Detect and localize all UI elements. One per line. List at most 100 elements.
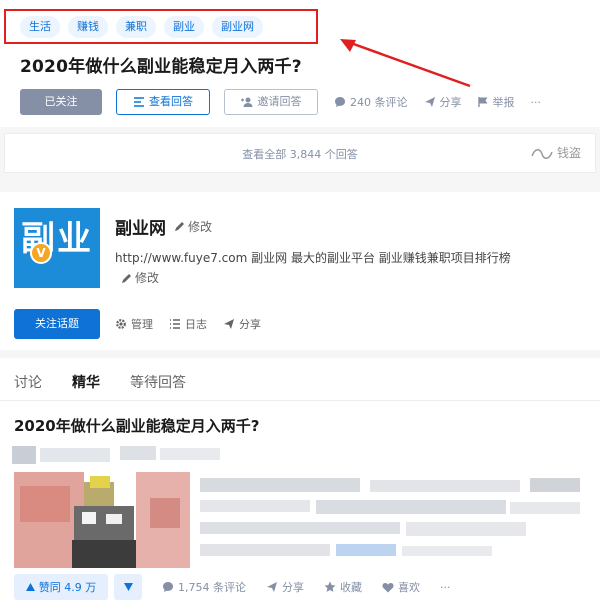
topic-description-text: http://www.fuye7.com 副业网 最大的副业平台 副业赚钱兼职项… bbox=[115, 251, 511, 265]
upvote-button[interactable]: 赞同 4.9 万 bbox=[14, 574, 108, 600]
watermark-logo-icon bbox=[531, 148, 553, 159]
log-button[interactable]: 日志 bbox=[169, 316, 207, 332]
star-icon bbox=[324, 581, 336, 592]
triangle-down-icon bbox=[123, 583, 133, 591]
heart-icon bbox=[382, 582, 394, 592]
answer-more-button[interactable]: ··· bbox=[440, 581, 451, 594]
answer-action-bar: 赞同 4.9 万 1,754 条评论 分享 收藏 喜欢 ··· bbox=[14, 574, 451, 600]
like-button[interactable]: 喜欢 bbox=[382, 579, 420, 595]
page: 生活 赚钱 兼职 副业 副业网 2020年做什么副业能稳定月入两千? 已关注 查… bbox=[0, 0, 600, 608]
answer-comments-button[interactable]: 1,754 条评论 bbox=[162, 579, 246, 595]
share-icon bbox=[224, 319, 234, 329]
invite-answer-button[interactable]: 邀请回答 bbox=[224, 89, 318, 115]
follow-topic-button[interactable]: 关注话题 bbox=[14, 309, 100, 339]
comment-icon bbox=[163, 582, 173, 592]
collect-button[interactable]: 收藏 bbox=[324, 579, 362, 595]
answer-share-button[interactable]: 分享 bbox=[266, 579, 304, 595]
blurred-text-line bbox=[200, 544, 330, 556]
description-edit-label: 修改 bbox=[135, 271, 160, 285]
question-tags: 生活 赚钱 兼职 副业 副业网 bbox=[20, 16, 263, 38]
report-button[interactable]: 举报 bbox=[477, 94, 515, 110]
followed-button-label: 已关注 bbox=[44, 95, 78, 108]
flag-icon bbox=[477, 97, 487, 107]
like-label: 喜欢 bbox=[398, 581, 420, 594]
topic-name-row: 副业网 修改 bbox=[115, 214, 212, 239]
blurred-text-line bbox=[370, 480, 520, 492]
verified-badge: V bbox=[30, 242, 52, 264]
topic-description: http://www.fuye7.com 副业网 最大的副业平台 副业赚钱兼职项… bbox=[115, 248, 555, 290]
tag-side-job-site[interactable]: 副业网 bbox=[212, 16, 263, 38]
view-all-answers-label: 查看全部 3,844 个回答 bbox=[242, 148, 358, 161]
blurred-block bbox=[40, 448, 110, 462]
share-button[interactable]: 分享 bbox=[424, 94, 462, 110]
answer-question-title[interactable]: 2020年做什么副业能稳定月入两千? bbox=[14, 415, 259, 436]
annotation-arrow-icon bbox=[340, 39, 471, 88]
topic-card: 副业 V 副业网 修改 http://www.fuye7.com 副业网 最大的… bbox=[0, 192, 600, 350]
answer-more-label: ··· bbox=[440, 580, 451, 594]
answer-comments-label: 1,754 条评论 bbox=[178, 581, 246, 594]
blurred-text-line bbox=[316, 500, 506, 514]
tag-part-time[interactable]: 兼职 bbox=[116, 16, 156, 38]
list-icon bbox=[134, 97, 144, 107]
share-icon bbox=[267, 582, 277, 592]
blurred-answer-content bbox=[10, 442, 590, 574]
tag-earn-money[interactable]: 赚钱 bbox=[68, 16, 108, 38]
triangle-up-icon bbox=[25, 583, 35, 591]
watermark-text: 钱盗 bbox=[556, 146, 581, 160]
blurred-block bbox=[106, 514, 122, 524]
tabs-divider bbox=[0, 400, 600, 401]
topic-feed: 讨论 精华 等待回答 2020年做什么副业能稳定月入两千? 赞同 4.9 万 1… bbox=[0, 358, 600, 608]
blurred-text-line bbox=[200, 478, 360, 492]
tag-side-job[interactable]: 副业 bbox=[164, 16, 204, 38]
topic-tabs: 讨论 精华 等待回答 bbox=[14, 372, 186, 392]
topic-name-edit-label: 修改 bbox=[188, 220, 213, 234]
manage-label: 管理 bbox=[131, 318, 153, 331]
blurred-block bbox=[82, 512, 96, 524]
collect-label: 收藏 bbox=[340, 581, 362, 594]
description-edit-link[interactable]: 修改 bbox=[121, 268, 159, 288]
log-label: 日志 bbox=[185, 318, 207, 331]
invite-answer-label: 邀请回答 bbox=[257, 95, 302, 108]
comments-button[interactable]: 240 条评论 bbox=[334, 94, 408, 110]
blurred-text-line bbox=[530, 478, 580, 492]
blurred-block bbox=[160, 448, 220, 460]
blurred-block bbox=[72, 540, 136, 568]
view-answers-button[interactable]: 查看回答 bbox=[116, 89, 210, 115]
pencil-icon bbox=[175, 222, 184, 231]
manage-button[interactable]: 管理 bbox=[115, 316, 153, 332]
comment-icon bbox=[335, 97, 345, 107]
question-actions: 已关注 查看回答 邀请回答 240 条评论 分享 举报 ··· bbox=[20, 89, 541, 115]
followed-button[interactable]: 已关注 bbox=[20, 89, 102, 115]
tab-featured[interactable]: 精华 bbox=[72, 372, 100, 392]
comments-label: 240 条评论 bbox=[350, 96, 408, 109]
topic-name-edit-link[interactable]: 修改 bbox=[174, 218, 212, 235]
topic-tools: 管理 日志 分享 bbox=[115, 316, 261, 332]
topic-share-button[interactable]: 分享 bbox=[223, 316, 261, 332]
gear-icon bbox=[116, 319, 126, 329]
blurred-text-line bbox=[200, 500, 310, 512]
tab-waiting-answer[interactable]: 等待回答 bbox=[130, 372, 186, 392]
tag-life[interactable]: 生活 bbox=[20, 16, 60, 38]
topic-logo[interactable]: 副业 bbox=[14, 208, 100, 288]
blurred-text-line bbox=[510, 502, 580, 514]
pencil-icon bbox=[122, 273, 131, 283]
add-user-icon bbox=[240, 97, 252, 107]
blurred-block bbox=[90, 476, 110, 488]
question-header: 生活 赚钱 兼职 副业 副业网 2020年做什么副业能稳定月入两千? 已关注 查… bbox=[0, 0, 600, 127]
report-label: 举报 bbox=[492, 96, 515, 109]
blurred-text-line bbox=[406, 522, 526, 536]
view-answers-label: 查看回答 bbox=[149, 95, 193, 108]
blurred-block bbox=[150, 498, 180, 528]
topic-share-label: 分享 bbox=[239, 318, 261, 331]
blurred-block bbox=[120, 446, 156, 460]
share-label: 分享 bbox=[439, 96, 462, 109]
blurred-text-line bbox=[200, 522, 400, 534]
downvote-button[interactable] bbox=[114, 574, 142, 600]
more-button[interactable]: ··· bbox=[531, 96, 542, 109]
blurred-block bbox=[12, 446, 36, 464]
blurred-link bbox=[336, 544, 396, 556]
tab-discussion[interactable]: 讨论 bbox=[14, 372, 42, 392]
view-all-answers-bar[interactable]: 查看全部 3,844 个回答 钱盗 bbox=[4, 133, 596, 173]
more-label: ··· bbox=[530, 95, 542, 109]
watermark: 钱盗 bbox=[530, 144, 581, 161]
